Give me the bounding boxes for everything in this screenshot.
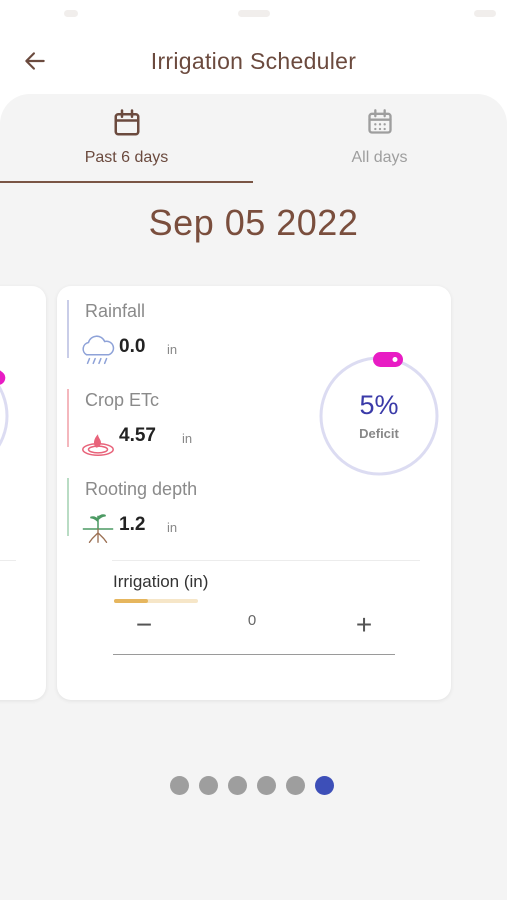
accent-bar <box>67 478 69 536</box>
page-dot[interactable] <box>286 776 305 795</box>
input-underline <box>113 654 395 655</box>
increment-button[interactable]: + <box>349 610 379 640</box>
metric-value: 0.0 <box>119 336 146 357</box>
metric-unit: in <box>167 342 178 357</box>
app-header: Irrigation Scheduler <box>0 0 507 100</box>
page-dot[interactable] <box>228 776 247 795</box>
date-title: Sep 05 2022 <box>148 202 359 243</box>
main-sheet: Past 6 days All days Sep 05 2022 Rainfal… <box>0 94 507 900</box>
metric-label: Rooting depth <box>85 479 198 499</box>
roots-icon <box>82 514 114 543</box>
page-dot-active[interactable] <box>315 776 334 795</box>
crop-etc-metric: Crop ETc 4.57 in <box>67 385 287 456</box>
page-indicator <box>170 776 334 796</box>
page-dot[interactable] <box>199 776 218 795</box>
tab-all-days[interactable]: All days <box>253 94 506 186</box>
calendar-icon <box>114 109 139 136</box>
tab-label: All days <box>351 149 408 166</box>
irrigation-label: Irrigation (in) <box>113 572 209 591</box>
page-dot[interactable] <box>257 776 276 795</box>
metric-unit: in <box>182 431 193 446</box>
rainfall-metric: Rainfall 0.0 in <box>67 296 287 366</box>
accent-bar <box>67 300 69 358</box>
deficit-label: Deficit <box>359 426 399 441</box>
page-dot[interactable] <box>170 776 189 795</box>
metric-unit: in <box>167 520 178 535</box>
metric-value: 1.2 <box>119 514 146 535</box>
page-title: Irrigation Scheduler <box>150 48 357 74</box>
metric-label: Crop ETc <box>85 390 160 410</box>
irrigation-bar-fill <box>114 599 148 603</box>
metric-value: 4.57 <box>119 425 156 446</box>
day-card: Rainfall 0.0 in Crop ETc 4.57 in Rooting… <box>57 286 451 700</box>
evapotranspiration-icon <box>82 434 114 456</box>
gauge-handle[interactable] <box>373 352 403 367</box>
rooting-depth-metric: Rooting depth 1.2 in <box>67 474 287 544</box>
rain-cloud-icon <box>82 335 115 365</box>
deficit-percent: 5% <box>359 390 399 420</box>
irrigation-value[interactable]: 0 <box>237 612 267 629</box>
tab-past-6-days[interactable]: Past 6 days <box>0 94 253 186</box>
divider <box>0 560 16 561</box>
calendar-grid-icon <box>367 109 392 134</box>
divider <box>112 560 420 561</box>
deficit-gauge: 5% Deficit <box>315 352 443 480</box>
decrement-button[interactable]: − <box>129 610 159 640</box>
accent-bar <box>67 389 69 447</box>
metric-label: Rainfall <box>85 301 146 321</box>
tab-indicator <box>0 181 253 183</box>
tab-label: Past 6 days <box>84 149 169 166</box>
previous-day-card[interactable] <box>0 286 46 700</box>
deficit-gauge <box>0 361 9 447</box>
